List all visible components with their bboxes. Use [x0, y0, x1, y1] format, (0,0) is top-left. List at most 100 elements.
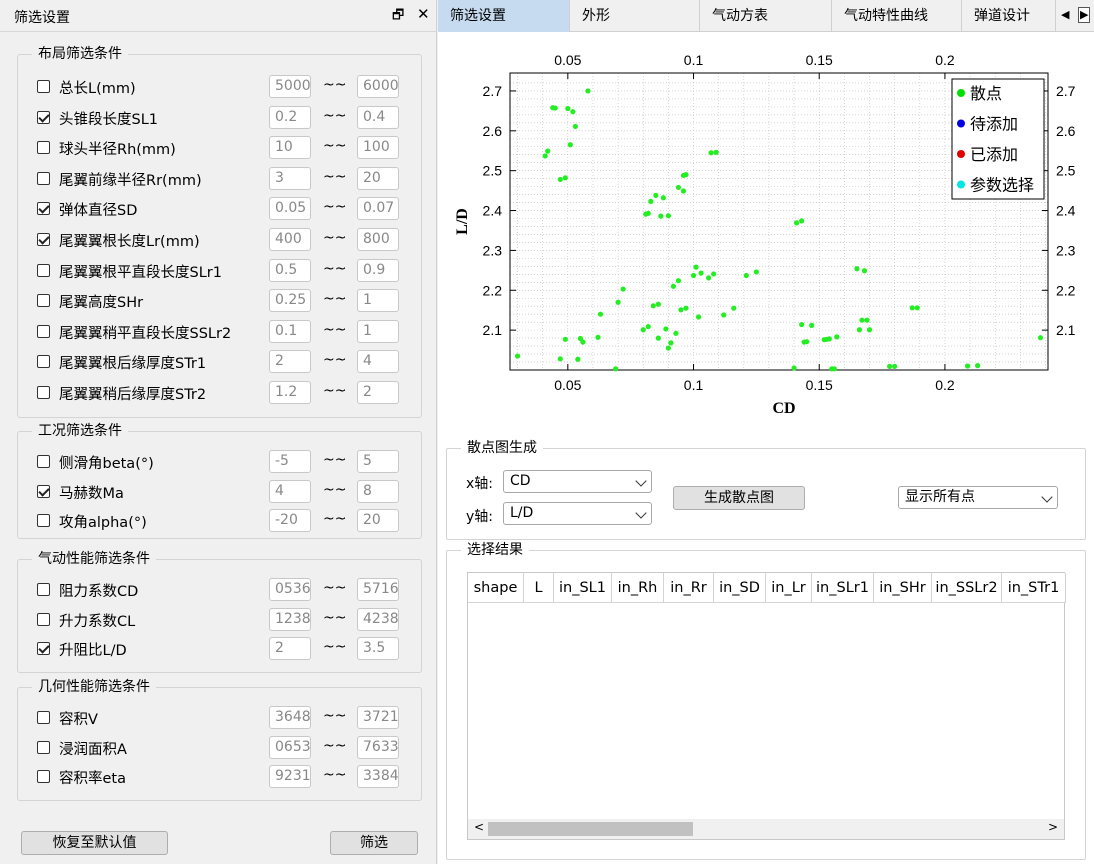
scatter-point[interactable]	[678, 307, 684, 313]
scatter-point[interactable]	[680, 188, 687, 194]
filter-max-input[interactable]: 0.9	[357, 258, 399, 282]
scatter-point[interactable]	[514, 353, 521, 359]
filter-checkbox[interactable]	[37, 171, 50, 185]
filter-max-input[interactable]: 100	[357, 136, 399, 160]
filter-checkbox[interactable]	[37, 263, 50, 277]
filter-min-input[interactable]: 2	[269, 637, 311, 660]
filter-checkbox[interactable]	[37, 386, 50, 399]
filter-min-input[interactable]: 3	[269, 166, 311, 190]
scatter-point[interactable]	[713, 149, 719, 155]
filter-max-input[interactable]: 3384	[357, 765, 399, 788]
reset-defaults-button[interactable]: 恢复至默认值	[21, 831, 168, 855]
tab-shape[interactable]: 外形	[570, 0, 700, 32]
scatter-point[interactable]	[708, 150, 714, 156]
filter-min-input[interactable]: 0653	[269, 735, 311, 759]
filter-checkbox[interactable]	[37, 583, 50, 596]
filter-max-input[interactable]: 5716	[357, 578, 399, 601]
scatter-point[interactable]	[856, 327, 863, 333]
scatter-point[interactable]	[690, 272, 697, 279]
scatter-point[interactable]	[655, 301, 661, 307]
scatter-point[interactable]	[585, 88, 591, 94]
scatter-point[interactable]	[660, 195, 666, 201]
scatter-point[interactable]	[711, 271, 717, 277]
filter-checkbox[interactable]	[37, 740, 50, 754]
scatter-point[interactable]	[683, 305, 689, 311]
filter-max-input[interactable]: 1	[357, 319, 399, 343]
filter-min-input[interactable]: 5000	[269, 75, 311, 98]
filter-max-input[interactable]: 6000	[357, 75, 399, 98]
filter-checkbox[interactable]	[37, 514, 50, 527]
filter-min-input[interactable]: -20	[269, 509, 311, 532]
scroll-left-icon[interactable]: <	[474, 820, 484, 834]
filter-min-input[interactable]: 4	[269, 479, 311, 503]
filter-min-input[interactable]: -5	[269, 450, 311, 473]
scatter-point[interactable]	[552, 105, 558, 111]
scatter-point[interactable]	[675, 278, 682, 284]
column-header[interactable]: L	[524, 573, 554, 603]
filter-min-input[interactable]: 0.5	[269, 258, 311, 282]
scroll-right-icon[interactable]: >	[1048, 820, 1058, 834]
filter-max-input[interactable]: 0.07	[357, 197, 399, 221]
scatter-point[interactable]	[620, 286, 626, 292]
scatter-point[interactable]	[668, 340, 674, 346]
scatter-point[interactable]	[640, 327, 646, 333]
column-header[interactable]: in_SD	[714, 573, 766, 603]
scatter-point[interactable]	[562, 175, 568, 181]
scatter-point[interactable]	[683, 172, 689, 178]
scatter-point[interactable]	[670, 283, 677, 289]
filter-max-input[interactable]: 4	[357, 350, 399, 374]
filter-checkbox[interactable]	[37, 110, 50, 124]
results-table[interactable]: shape Lin_SL1 in_Rh in_Rr in_SD in_Lr in_SLr1 i…	[467, 572, 1066, 840]
scatter-point[interactable]	[597, 311, 604, 317]
scatter-point[interactable]	[743, 272, 749, 279]
scatter-point[interactable]	[673, 330, 679, 336]
filter-checkbox[interactable]	[37, 455, 50, 468]
y-axis-select[interactable]: L/D	[503, 502, 652, 525]
scatter-point[interactable]	[645, 323, 651, 330]
scatter-point[interactable]	[1037, 335, 1044, 341]
scatter-point[interactable]	[964, 363, 971, 369]
filter-button[interactable]: 筛选	[330, 831, 418, 855]
column-header[interactable]: shape	[468, 573, 524, 603]
filter-min-input[interactable]: 1238	[269, 607, 311, 631]
scatter-point[interactable]	[799, 321, 805, 328]
filter-min-input[interactable]: 9231	[269, 765, 311, 788]
scatter-point[interactable]	[859, 317, 865, 323]
filter-checkbox[interactable]	[37, 202, 50, 216]
filter-min-input[interactable]: 0.1	[269, 319, 311, 343]
column-header[interactable]: in_Rr	[664, 573, 714, 603]
scatter-point[interactable]	[567, 142, 573, 148]
column-header[interactable]: in_SLr1	[812, 573, 874, 603]
filter-min-input[interactable]: 10	[269, 136, 311, 160]
filter-checkbox[interactable]	[37, 612, 50, 626]
scatter-point[interactable]	[655, 335, 661, 341]
scatter-point[interactable]	[975, 363, 981, 369]
scatter-point[interactable]	[791, 365, 797, 371]
scrollbar-thumb[interactable]	[488, 822, 693, 836]
column-header[interactable]: in_Rh	[612, 573, 664, 603]
scatter-point[interactable]	[793, 220, 800, 226]
scatter-point[interactable]	[570, 109, 576, 115]
display-mode-select[interactable]: 显示所有点	[898, 486, 1058, 509]
filter-max-input[interactable]: 2	[357, 381, 399, 404]
column-header[interactable]: in_STr1	[1002, 573, 1066, 603]
horizontal-scrollbar[interactable]: < >	[468, 819, 1064, 839]
scatter-point[interactable]	[695, 314, 702, 320]
scatter-point[interactable]	[557, 176, 563, 183]
filter-min-input[interactable]: 2	[269, 350, 311, 374]
scatter-point[interactable]	[615, 299, 621, 305]
filter-checkbox[interactable]	[37, 80, 50, 93]
filter-checkbox[interactable]	[37, 770, 50, 783]
scatter-point[interactable]	[854, 266, 860, 272]
x-axis-select[interactable]: CD	[503, 470, 652, 493]
filter-max-input[interactable]: 0.4	[357, 105, 399, 129]
scatter-point[interactable]	[575, 356, 581, 362]
scatter-point[interactable]	[645, 210, 651, 216]
filter-max-input[interactable]: 20	[357, 166, 399, 190]
scatter-point[interactable]	[665, 345, 671, 351]
scatter-point[interactable]	[580, 339, 586, 345]
filter-min-input[interactable]: 0536	[269, 578, 311, 601]
scatter-point[interactable]	[892, 363, 898, 370]
scatter-point[interactable]	[706, 275, 712, 281]
scatter-point[interactable]	[861, 268, 868, 274]
